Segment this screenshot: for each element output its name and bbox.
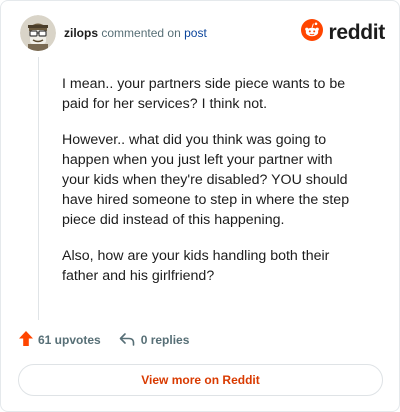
byline: zilops commented on post [64, 26, 207, 40]
comment-body: I mean.. your partners side piece wants … [62, 74, 362, 302]
comment-card: zilops commented on post reddit I mean..… [0, 0, 400, 412]
reddit-snoo-icon [301, 19, 324, 46]
reply-arrow-icon [119, 332, 135, 349]
avatar[interactable] [20, 15, 56, 51]
upvote-count: 61 upvotes [38, 333, 101, 347]
upvote-button[interactable]: 61 upvotes [18, 330, 101, 350]
comment-paragraph: Also, how are your kids handling both th… [62, 248, 330, 284]
comment-paragraph: I mean.. your partners side piece wants … [62, 76, 346, 112]
reddit-wordmark: reddit [328, 20, 385, 44]
comment-paragraph: However.. what did you think was going t… [62, 132, 350, 228]
replies-button[interactable]: 0 replies [119, 332, 190, 349]
username-link[interactable]: zilops [64, 26, 98, 40]
upvote-arrow-icon [18, 330, 34, 350]
commented-on-text: commented on [101, 26, 181, 40]
reply-count: 0 replies [140, 333, 190, 347]
reddit-logo[interactable]: reddit [301, 19, 385, 46]
thread-line[interactable] [38, 57, 39, 320]
comment-actions: 61 upvotes 0 replies [18, 330, 189, 350]
post-link[interactable]: post [184, 26, 207, 40]
comment-header: zilops commented on post [20, 15, 207, 51]
view-more-button[interactable]: View more on Reddit [18, 364, 383, 396]
